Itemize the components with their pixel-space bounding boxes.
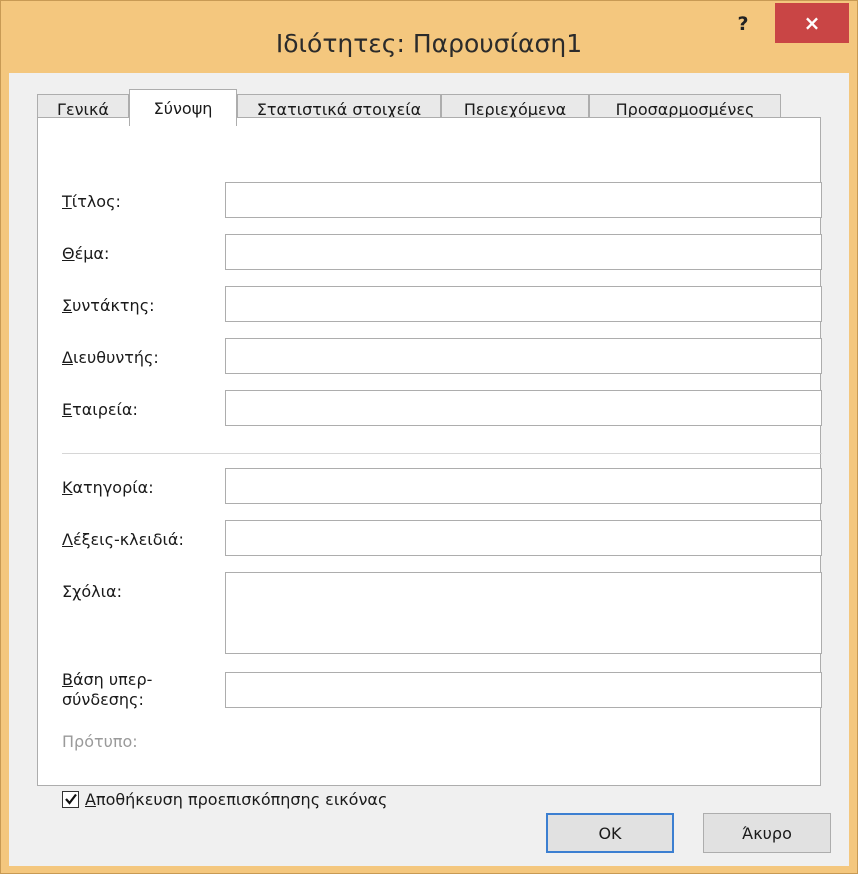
manager-label: Διευθυντής:: [62, 348, 159, 367]
title-label: Τίτλος:: [62, 192, 121, 211]
save-preview-label: Αποθήκευση προεπισκόπησης εικόνας: [85, 790, 388, 809]
title-bar[interactable]: Ιδιότητες: Παρουσίαση1 ? ×: [1, 1, 857, 73]
dialog-client-area: Γενικά Σύνοψη Στατιστικά στοιχεία Περιεχ…: [9, 73, 849, 866]
checkmark-icon: [65, 793, 77, 805]
hyperlink-base-input[interactable]: [225, 672, 822, 708]
template-label: Πρότυπο:: [62, 732, 138, 751]
company-input[interactable]: [225, 390, 822, 426]
save-preview-checkbox[interactable]: [62, 791, 79, 808]
section-divider: [62, 453, 822, 454]
help-button[interactable]: ?: [723, 7, 763, 41]
keywords-input[interactable]: [225, 520, 822, 556]
category-label: Κατηγορία:: [62, 478, 154, 497]
hyperlink-base-label: Βάση υπερ-σύνδεσης:: [62, 670, 153, 709]
keywords-label: Λέξεις-κλειδιά:: [62, 530, 184, 549]
manager-input[interactable]: [225, 338, 822, 374]
ok-button[interactable]: OK: [546, 813, 674, 853]
save-preview-option[interactable]: Αποθήκευση προεπισκόπησης εικόνας: [62, 790, 387, 809]
comments-label: Σχόλια:: [62, 582, 122, 601]
comments-textarea[interactable]: [225, 572, 822, 654]
subject-label: Θέμα:: [62, 244, 110, 263]
author-input[interactable]: [225, 286, 822, 322]
title-input[interactable]: [225, 182, 822, 218]
company-label: Εταιρεία:: [62, 400, 138, 419]
cancel-button[interactable]: Άκυρο: [703, 813, 831, 853]
tab-summary[interactable]: Σύνοψη: [129, 89, 237, 126]
close-icon: ×: [803, 11, 821, 35]
properties-dialog: Ιδιότητες: Παρουσίαση1 ? × Γενικά Σύνοψη…: [0, 0, 858, 874]
author-label: Συντάκτης:: [62, 296, 155, 315]
summary-panel: Τίτλος: Θέμα: Συντάκτης: Διευθυντής: Ετα…: [37, 117, 822, 809]
close-button[interactable]: ×: [775, 3, 849, 43]
subject-input[interactable]: [225, 234, 822, 270]
category-input[interactable]: [225, 468, 822, 504]
